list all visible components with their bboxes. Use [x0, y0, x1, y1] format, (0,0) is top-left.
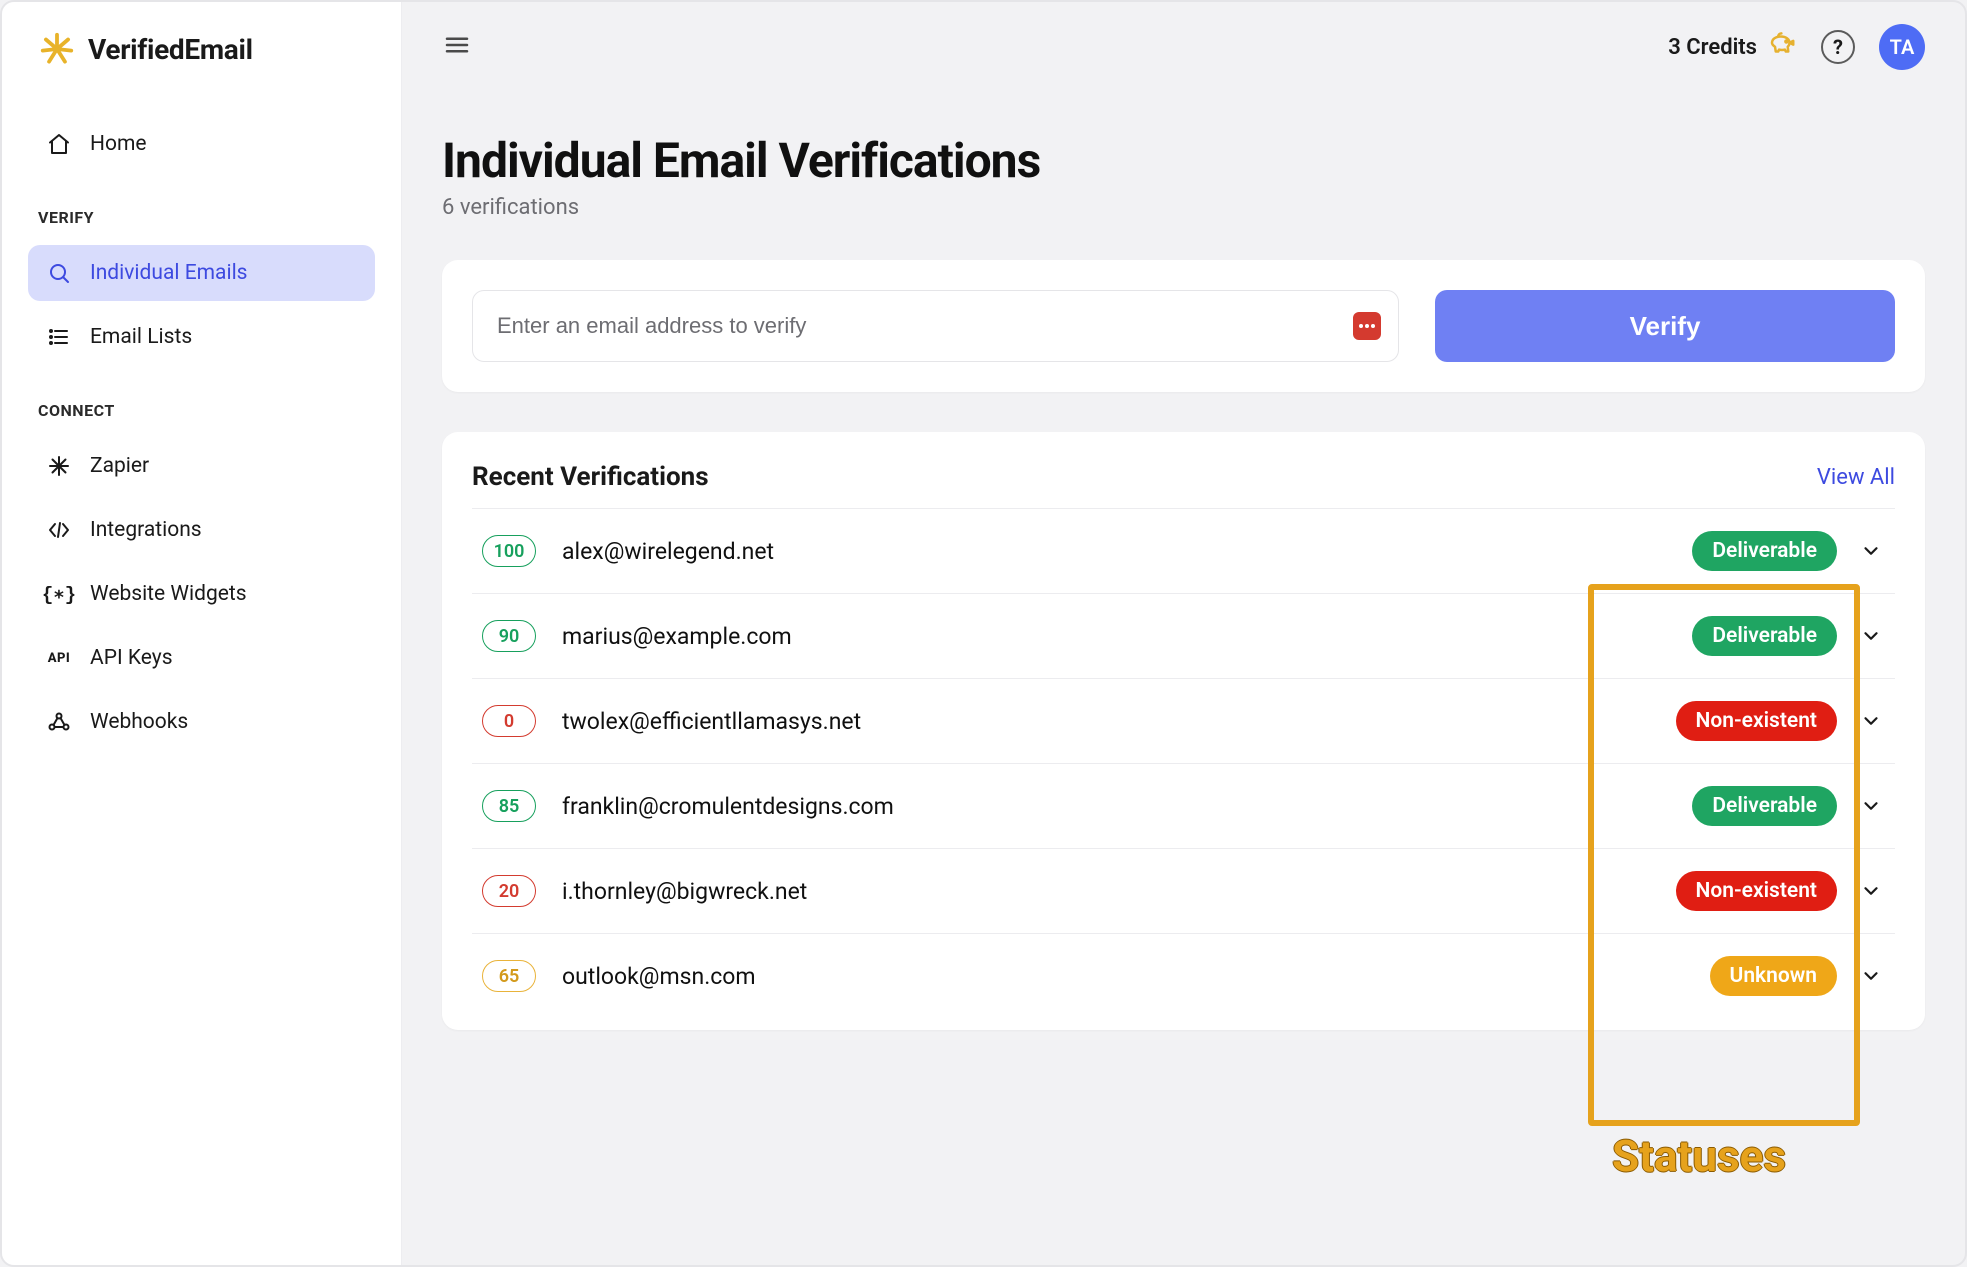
email-address: i.thornley@bigwreck.net — [562, 878, 1650, 905]
sidebar: VerifiedEmail Home VERIFY Individual Ema… — [2, 2, 402, 1265]
email-address: marius@example.com — [562, 623, 1666, 650]
sidebar-group-connect: CONNECT — [38, 401, 365, 420]
email-address: franklin@cromulentdesigns.com — [562, 793, 1666, 820]
brand-logo-icon — [38, 30, 76, 68]
sidebar-item-webhooks[interactable]: Webhooks — [28, 694, 375, 750]
chevron-down-icon — [1860, 710, 1882, 732]
chevron-down-icon — [1860, 965, 1882, 987]
status-area: Non-existent — [1676, 701, 1886, 741]
sidebar-item-integrations[interactable]: Integrations — [28, 502, 375, 558]
sidebar-item-label: Website Widgets — [90, 582, 247, 606]
status-area: Deliverable — [1692, 786, 1885, 826]
sidebar-toggle-icon[interactable] — [442, 30, 472, 65]
annotation-label: Statuses — [1612, 1130, 1786, 1182]
view-all-link[interactable]: View All — [1817, 465, 1895, 490]
sidebar-item-label: Home — [90, 132, 147, 156]
status-badge: Unknown — [1710, 956, 1837, 996]
chevron-down-icon — [1860, 540, 1882, 562]
verification-row[interactable]: 85 franklin@cromulentdesigns.com Deliverab… — [472, 763, 1895, 848]
topbar: 3 Credits ? TA — [402, 2, 1965, 92]
status-badge: Non-existent — [1676, 701, 1838, 741]
status-badge: Deliverable — [1692, 786, 1837, 826]
sidebar-item-label: Email Lists — [90, 325, 192, 349]
sidebar-item-label: Webhooks — [90, 710, 188, 734]
verify-button[interactable]: Verify — [1435, 290, 1895, 362]
api-icon: API — [46, 651, 72, 666]
home-icon — [46, 132, 72, 156]
status-area: Deliverable — [1692, 616, 1885, 656]
password-manager-icon[interactable] — [1353, 312, 1381, 340]
score-badge: 85 — [482, 790, 536, 822]
page-title: Individual Email Verifications — [442, 132, 1925, 189]
status-badge: Deliverable — [1692, 531, 1837, 571]
verification-row[interactable]: 0 twolex@efficientllamasys.net Non-existen… — [472, 678, 1895, 763]
expand-row-button[interactable] — [1857, 965, 1885, 987]
verification-row[interactable]: 65 outlook@msn.com Unknown — [472, 933, 1895, 1018]
expand-row-button[interactable] — [1857, 540, 1885, 562]
list-icon — [46, 325, 72, 349]
status-area: Deliverable — [1692, 531, 1885, 571]
expand-row-button[interactable] — [1857, 795, 1885, 817]
sidebar-item-label: Zapier — [90, 454, 149, 478]
credits-indicator[interactable]: 3 Credits — [1668, 29, 1797, 65]
help-button[interactable]: ? — [1821, 30, 1855, 64]
status-area: Non-existent — [1676, 871, 1886, 911]
email-input-wrap — [472, 290, 1399, 362]
page-subtitle: 6 verifications — [442, 195, 1925, 220]
braces-icon: {∗} — [46, 583, 72, 606]
expand-row-button[interactable] — [1857, 710, 1885, 732]
chevron-down-icon — [1860, 795, 1882, 817]
score-badge: 65 — [482, 960, 536, 992]
main: 3 Credits ? TA — [402, 2, 1965, 1265]
brand-name: VerifiedEmail — [88, 33, 253, 66]
sidebar-item-individual-emails[interactable]: Individual Emails — [28, 245, 375, 301]
email-address: alex@wirelegend.net — [562, 538, 1666, 565]
verification-rows: 100 alex@wirelegend.net Deliverable 90 mariu… — [472, 508, 1895, 1018]
piggy-bank-icon — [1767, 29, 1797, 65]
sidebar-item-zapier[interactable]: Zapier — [28, 438, 375, 494]
brand: VerifiedEmail — [28, 30, 375, 68]
email-address: twolex@efficientllamasys.net — [562, 708, 1650, 735]
status-badge: Non-existent — [1676, 871, 1838, 911]
search-person-icon — [46, 261, 72, 285]
score-badge: 90 — [482, 620, 536, 652]
code-icon — [46, 518, 72, 542]
sidebar-item-email-lists[interactable]: Email Lists — [28, 309, 375, 365]
credits-label: 3 Credits — [1668, 35, 1757, 60]
sidebar-item-widgets[interactable]: {∗} Website Widgets — [28, 566, 375, 622]
verify-card: Verify — [442, 260, 1925, 392]
email-address: outlook@msn.com — [562, 963, 1684, 990]
status-area: Unknown — [1710, 956, 1885, 996]
sidebar-item-label: API Keys — [90, 646, 173, 670]
sidebar-group-verify: VERIFY — [38, 208, 365, 227]
score-badge: 100 — [482, 535, 536, 567]
chevron-down-icon — [1860, 880, 1882, 902]
user-avatar[interactable]: TA — [1879, 24, 1925, 70]
help-icon: ? — [1833, 35, 1843, 59]
sidebar-item-api-keys[interactable]: API API Keys — [28, 630, 375, 686]
sidebar-item-label: Integrations — [90, 518, 202, 542]
verification-row[interactable]: 90 marius@example.com Deliverable — [472, 593, 1895, 678]
verification-row[interactable]: 100 alex@wirelegend.net Deliverable — [472, 508, 1895, 593]
score-badge: 0 — [482, 705, 536, 737]
email-input[interactable] — [472, 290, 1399, 362]
verification-row[interactable]: 20 i.thornley@bigwreck.net Non-existent — [472, 848, 1895, 933]
recent-title: Recent Verifications — [472, 462, 709, 492]
sidebar-item-home[interactable]: Home — [28, 116, 375, 172]
chevron-down-icon — [1860, 625, 1882, 647]
sidebar-item-label: Individual Emails — [90, 261, 248, 285]
expand-row-button[interactable] — [1857, 625, 1885, 647]
score-badge: 20 — [482, 875, 536, 907]
webhook-icon — [46, 710, 72, 734]
avatar-initials: TA — [1890, 35, 1915, 59]
expand-row-button[interactable] — [1857, 880, 1885, 902]
status-badge: Deliverable — [1692, 616, 1837, 656]
recent-verifications-card: Recent Verifications View All 100 alex@wi… — [442, 432, 1925, 1030]
zapier-icon — [46, 454, 72, 478]
